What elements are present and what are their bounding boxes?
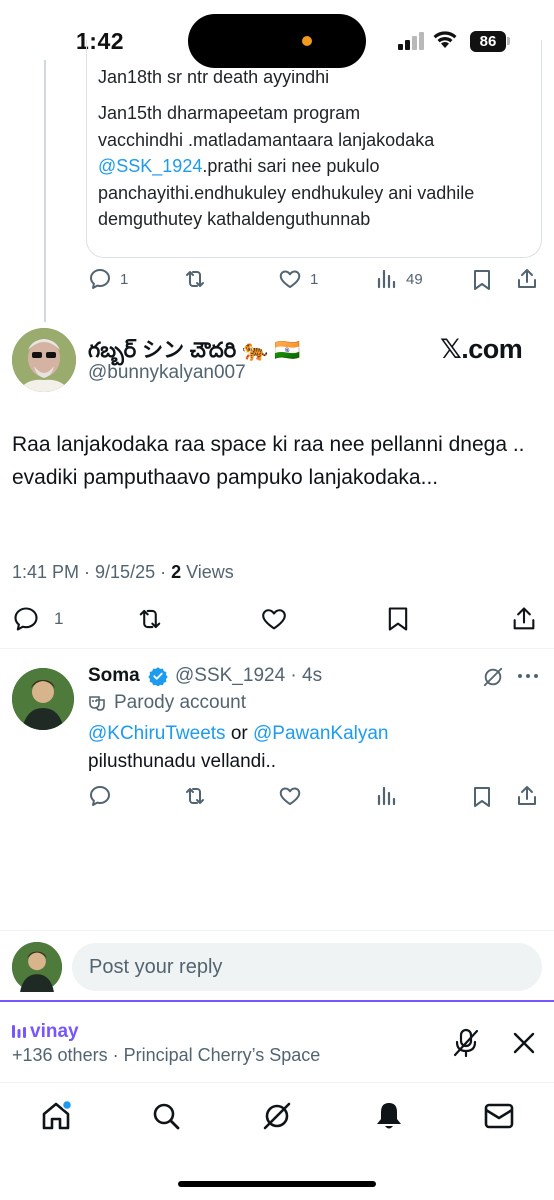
tweet-timestamp: 1:41 PM · 9/15/25 · — [12, 562, 172, 582]
views-icon — [377, 269, 396, 289]
share-icon — [518, 786, 536, 805]
tweet-views-label: Views — [181, 562, 234, 582]
views-icon — [377, 786, 396, 806]
reply-icon — [90, 269, 110, 289]
grok-icon[interactable] — [482, 666, 504, 688]
repost-icon — [139, 609, 161, 629]
mention-link-1[interactable]: @KChiruTweets — [88, 723, 226, 744]
nav-divider — [0, 1082, 554, 1083]
reply-count: 1 — [54, 609, 64, 628]
reply-icon — [14, 607, 38, 631]
share-button[interactable] — [510, 605, 538, 633]
quoted-reply-count: 1 — [120, 270, 129, 288]
quoted-line-3: vacchindhi .matladamantaara lanjakodaka — [98, 129, 435, 150]
like-button[interactable] — [260, 605, 288, 633]
bookmark-icon — [474, 270, 490, 290]
parody-account-label: Parody account — [114, 692, 247, 713]
mention-link-2[interactable]: @PawanKalyan — [253, 723, 388, 744]
quoted-like-button[interactable]: 1 — [278, 267, 318, 291]
quoted-repost-button[interactable] — [182, 267, 208, 291]
author-avatar[interactable] — [12, 328, 76, 392]
heart-icon — [279, 270, 301, 288]
share-icon — [513, 607, 535, 630]
reply-button[interactable]: 1 — [12, 605, 63, 633]
mic-off-icon[interactable] — [452, 1028, 480, 1058]
reply-like-button[interactable] — [278, 784, 302, 808]
reply-input[interactable] — [72, 943, 542, 991]
bookmark-button[interactable] — [386, 605, 410, 633]
grok-nav-icon[interactable] — [261, 1100, 293, 1132]
parody-masks-icon — [88, 694, 106, 712]
quoted-like-count: 1 — [310, 270, 319, 288]
reply-author-handle[interactable]: @SSK_1924 · 4s — [175, 665, 322, 687]
quoted-tweet-text: Jan18th sr ntr death ayyindhi Jan15th dh… — [98, 70, 538, 233]
notifications-icon[interactable] — [373, 1100, 405, 1132]
reply-mentions-line: @KChiruTweets or @PawanKalyan — [88, 720, 538, 748]
mention-connector: or — [225, 723, 254, 744]
xcom-watermark: 𝕏.com — [440, 334, 523, 364]
home-indicator[interactable] — [178, 1181, 376, 1187]
reply-reply-button[interactable] — [88, 784, 112, 808]
reply-body: @KChiruTweets or @PawanKalyan pilusthuna… — [88, 720, 538, 776]
quoted-share-button[interactable] — [515, 267, 539, 291]
search-icon[interactable] — [150, 1100, 182, 1132]
bookmark-icon — [388, 607, 408, 631]
reply-views-button[interactable] — [376, 784, 398, 808]
quoted-view-count: 49 — [406, 270, 423, 288]
audio-wave-icon — [12, 1022, 26, 1040]
tweet-meta: 1:41 PM · 9/15/25 · 2 Views — [12, 562, 234, 583]
reply-text: pilusthunadu vellandi.. — [88, 751, 277, 772]
repost-button[interactable] — [135, 605, 165, 633]
share-icon — [518, 269, 536, 288]
reply-bookmark-button[interactable] — [472, 785, 492, 809]
quoted-views-button[interactable]: 49 — [376, 267, 423, 291]
divider — [0, 648, 554, 649]
home-icon[interactable] — [40, 1100, 72, 1132]
quoted-line-4: @SSK_1924.prathi sari nee pukulo panchay… — [98, 153, 538, 233]
reply-author-avatar[interactable] — [12, 668, 74, 730]
bookmark-icon — [474, 787, 490, 807]
current-user-avatar[interactable] — [12, 942, 62, 992]
repost-icon — [186, 788, 204, 804]
messages-icon[interactable] — [483, 1102, 515, 1130]
heart-icon — [279, 787, 301, 805]
space-subtitle: +136 others · Principal Cherry’s Space — [12, 1045, 321, 1065]
tweet-view-count: 2 — [171, 562, 182, 582]
quoted-line-2: Jan15th dharmapeetam program — [98, 103, 361, 123]
thread-line — [44, 60, 46, 322]
repost-icon — [186, 271, 204, 287]
heart-icon — [262, 609, 286, 630]
quoted-mention-link[interactable]: @SSK_1924 — [98, 156, 202, 176]
quoted-reply-button[interactable]: 1 — [88, 267, 128, 291]
more-options-icon[interactable] — [517, 672, 539, 680]
reply-icon — [90, 786, 110, 806]
space-host-name: vinay — [30, 1021, 79, 1042]
close-icon[interactable] — [512, 1031, 536, 1055]
verified-badge-icon — [148, 666, 168, 686]
reply-author-name[interactable]: Soma — [88, 665, 140, 687]
reply-repost-button[interactable] — [182, 784, 208, 808]
author-handle[interactable]: @bunnykalyan007 — [88, 362, 246, 384]
quoted-bookmark-button[interactable] — [472, 268, 492, 292]
quoted-line-1: Jan18th sr ntr death ayyindhi — [98, 70, 330, 87]
reply-share-button[interactable] — [515, 784, 539, 808]
divider — [0, 930, 554, 931]
tweet-body: Raa lanjakodaka raa space ki raa nee pel… — [12, 433, 525, 489]
